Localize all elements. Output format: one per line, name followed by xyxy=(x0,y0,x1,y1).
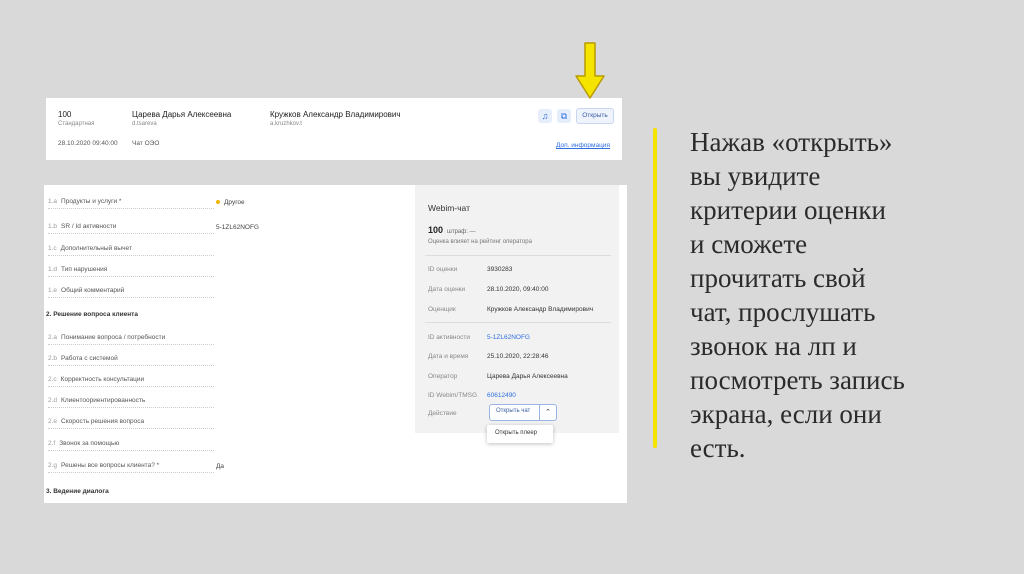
criterion-label: Тип нарушения xyxy=(61,266,108,273)
webim-id-link[interactable]: 60612490 xyxy=(487,392,516,399)
channel-label: Чат ОЭО xyxy=(132,140,160,147)
instruction-line: есть. xyxy=(690,433,746,463)
section-heading-3: 3. Ведение диалога xyxy=(46,488,109,495)
panel-score: 100 штраф: — xyxy=(428,225,476,235)
criterion-row: 2.f Звонок за помощью xyxy=(48,440,214,451)
criterion-label: SR / Id активности xyxy=(61,223,117,230)
info-label: Дата оценки xyxy=(428,286,466,293)
screen-record-icon[interactable]: ⧉ xyxy=(557,109,571,123)
info-label: ID Webim/TMSG xyxy=(428,392,477,399)
info-label: Оператор xyxy=(428,373,458,380)
info-value: Кружков Александр Владимирович xyxy=(487,306,594,313)
criterion-value: Да xyxy=(216,463,225,470)
criterion-number: 1.a xyxy=(48,198,58,205)
criterion-number: 2.a xyxy=(48,334,58,341)
action-dropdown-menu: Открыть плеер xyxy=(487,425,553,443)
instruction-line: прочитать свой xyxy=(690,263,866,293)
more-info-link[interactable]: Доп. информация xyxy=(556,142,610,149)
webim-chat-panel: Webim-чат 100 штраф: — Оценка влияет на р… xyxy=(415,185,619,433)
criterion-row: 1.e Общий комментарий xyxy=(48,287,214,298)
instruction-line: посмотреть запись xyxy=(690,365,905,395)
section-heading-2: 2. Решение вопроса клиента xyxy=(46,311,138,318)
info-label: Оценщик xyxy=(428,306,456,313)
score-type: Стандартная xyxy=(58,121,95,127)
panel-score-penalty: штраф: — xyxy=(447,229,476,235)
evaluation-summary-card: 100 Стандартная Царева Дарья Алексеевна … xyxy=(46,98,622,160)
criterion-row: 1.d Тип нарушения xyxy=(48,266,214,277)
divider xyxy=(425,255,611,256)
criterion-row: 2.e Скорость решения вопроса xyxy=(48,418,214,429)
info-label: ID оценки xyxy=(428,266,458,273)
info-value: 28.10.2020, 09:40:00 xyxy=(487,286,549,293)
criterion-label: Звонок за помощью xyxy=(59,440,120,447)
criterion-number: 1.d xyxy=(48,266,58,273)
criterion-label: Скорость решения вопроса xyxy=(61,418,145,425)
instruction-line: Нажав «открыть» xyxy=(690,127,893,157)
status-dot-icon xyxy=(216,200,220,205)
evaluator-name: Кружков Александр Владимирович xyxy=(270,110,401,119)
chevron-up-icon[interactable]: ⌃ xyxy=(539,405,556,420)
criterion-label: Решены все вопросы клиента? * xyxy=(61,462,160,469)
evaluation-date: 28.10.2020 09:40:00 xyxy=(58,140,118,147)
info-label: Дата и время xyxy=(428,353,469,360)
criterion-number: 2.d xyxy=(48,397,58,404)
info-value: 25.10.2020, 22:28:46 xyxy=(487,353,549,360)
info-value: 3930283 xyxy=(487,266,513,273)
activity-id-link[interactable]: 5-1ZL62NOFG xyxy=(487,334,530,341)
instruction-line: критерии оценки xyxy=(690,195,886,225)
criterion-number: 2.g xyxy=(48,462,58,469)
down-arrow-icon xyxy=(575,42,605,99)
panel-title: Webim-чат xyxy=(428,203,470,213)
criterion-number: 1.e xyxy=(48,287,58,294)
instruction-line: экрана, если они xyxy=(690,399,882,429)
open-player-menu-item[interactable]: Открыть плеер xyxy=(495,430,537,436)
highlight-bar xyxy=(653,128,657,448)
criterion-number: 2.f xyxy=(48,440,56,447)
instruction-line: звонок на лп и xyxy=(690,331,857,361)
criterion-value: Другое xyxy=(216,199,245,206)
info-label: Действие xyxy=(428,410,457,417)
criterion-value: 5-1ZL62NOFG xyxy=(216,224,259,231)
criterion-row: 2.b Работа с системой xyxy=(48,355,214,366)
criterion-label: Дополнительный вычет xyxy=(60,245,132,252)
info-value: Царева Дарья Алексеевна xyxy=(487,373,568,380)
criterion-row: 1.c Дополнительный вычет xyxy=(48,245,214,256)
instruction-text: Нажав «открыть» вы увидите критерии оцен… xyxy=(690,125,990,465)
criterion-label: Корректность консультации xyxy=(60,376,145,383)
instruction-line: чат, прослушать xyxy=(690,297,876,327)
criterion-row: 1.a Продукты и услуги * xyxy=(48,198,214,209)
evaluation-details-card: 1.a Продукты и услуги * Другое 1.b SR / Id… xyxy=(44,185,627,503)
audio-icon[interactable]: ♫ xyxy=(538,109,552,123)
criterion-row: 2.c Корректность консультации xyxy=(48,376,214,387)
panel-note: Оценка влияет на рейтинг оператора xyxy=(428,239,532,245)
criterion-row: 2.a Понимание вопроса / потребности xyxy=(48,334,214,345)
action-select-value: Открыть чат xyxy=(496,408,531,414)
criterion-label: Клиентоориентированность xyxy=(61,397,146,404)
action-select[interactable]: Открыть чат ⌃ xyxy=(489,404,557,421)
operator-login: d.tsareva xyxy=(132,121,157,127)
criterion-row: 1.b SR / Id активности xyxy=(48,223,214,234)
criterion-label: Понимание вопроса / потребности xyxy=(61,334,166,341)
criterion-value-text: Другое xyxy=(224,199,245,206)
criterion-number: 2.b xyxy=(48,355,58,362)
criterion-number: 2.e xyxy=(48,418,58,425)
criterion-row: 2.g Решены все вопросы клиента? * xyxy=(48,462,214,473)
criterion-row: 2.d Клиентоориентированность xyxy=(48,397,214,408)
divider xyxy=(425,322,611,323)
score-value: 100 xyxy=(58,110,72,119)
criterion-label: Продукты и услуги * xyxy=(61,198,122,205)
operator-name: Царева Дарья Алексеевна xyxy=(132,110,232,119)
criterion-number: 1.b xyxy=(48,223,58,230)
instruction-line: и сможете xyxy=(690,229,808,259)
criterion-number: 2.c xyxy=(48,376,57,383)
criterion-label: Общий комментарий xyxy=(61,287,125,294)
info-label: ID активности xyxy=(428,334,470,341)
open-button[interactable]: Открыть xyxy=(576,108,614,124)
instruction-line: вы увидите xyxy=(690,161,821,191)
criterion-number: 1.c xyxy=(48,245,57,252)
panel-score-value: 100 xyxy=(428,225,444,235)
evaluator-login: a.kruzhkov.t xyxy=(270,121,302,127)
criterion-label: Работа с системой xyxy=(61,355,118,362)
